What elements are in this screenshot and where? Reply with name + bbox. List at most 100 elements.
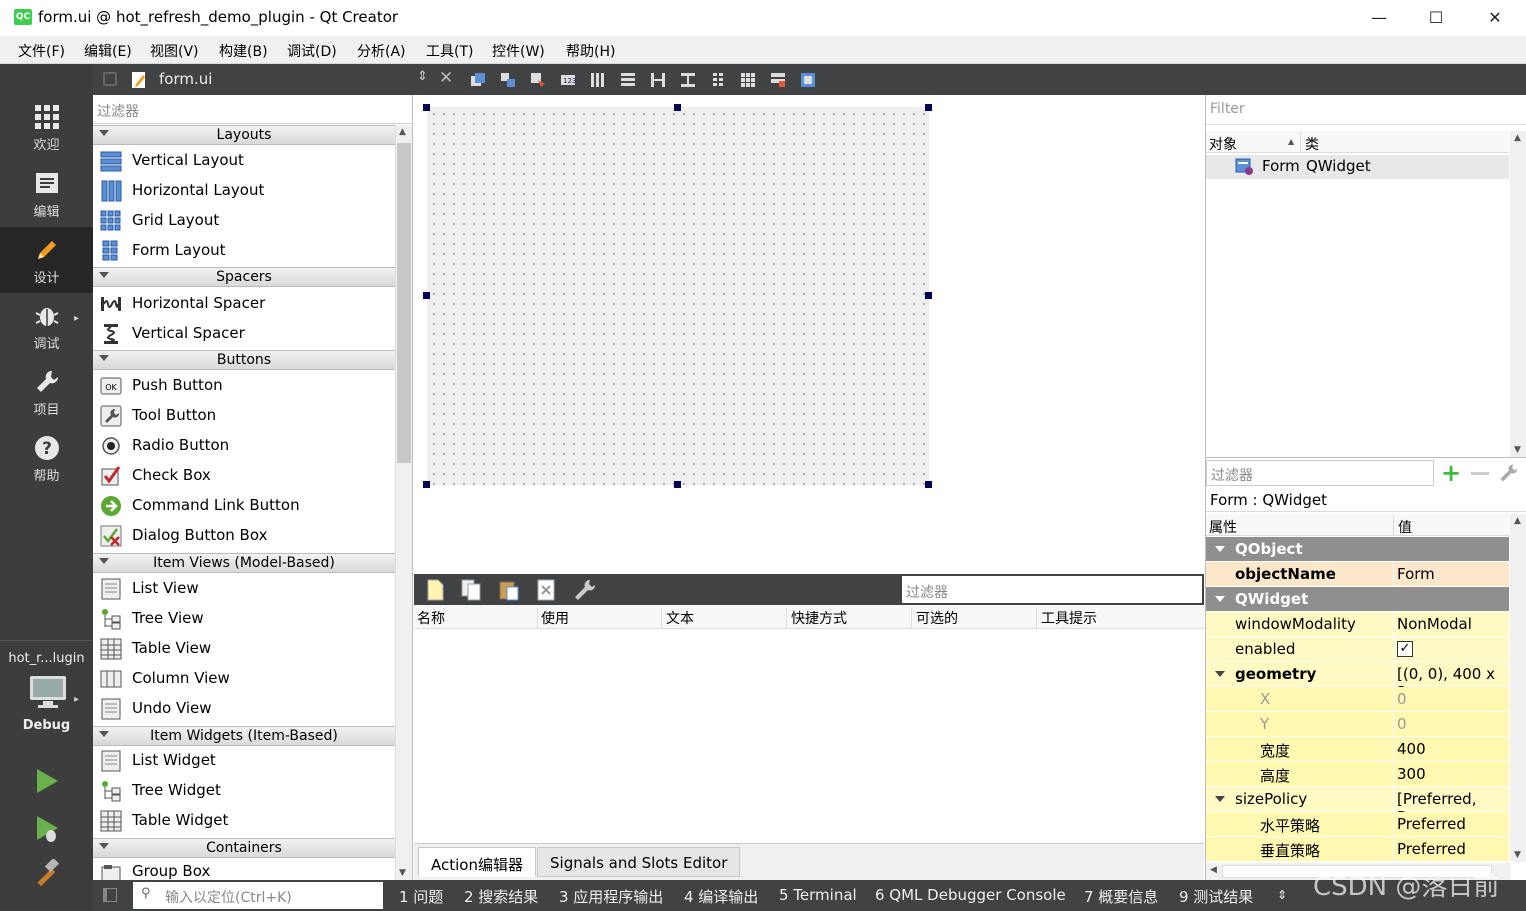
widget-check-box[interactable]: Check Box [93, 461, 395, 491]
delete-action-icon[interactable] [536, 579, 556, 601]
splitter-horizontal-icon[interactable] [650, 72, 666, 88]
widget-undo-view[interactable]: Undo View [93, 694, 395, 724]
widget-tree-widget[interactable]: Tree Widget [93, 776, 395, 806]
form-editor-canvas[interactable] [414, 95, 1204, 573]
widget-command-link-button[interactable]: Command Link Button [93, 491, 395, 521]
pane-compile-output[interactable]: 4 编译输出 [684, 886, 758, 907]
enabled-checkbox[interactable]: ✓ [1397, 641, 1413, 657]
form-widget[interactable] [427, 107, 929, 485]
target-project[interactable]: hot_r...lugin [0, 651, 93, 666]
mode-help[interactable]: ? 帮助 [0, 425, 93, 491]
column-header[interactable]: 工具提示 [1041, 608, 1201, 628]
menu-tools[interactable]: 工具(T) [426, 41, 473, 61]
pane-qml-console[interactable]: 6 QML Debugger Console [875, 886, 1066, 904]
action-filter-input[interactable]: 过滤器 [902, 576, 1202, 603]
property-row[interactable]: 垂直策略 Preferred [1206, 837, 1509, 862]
resize-handle[interactable] [423, 292, 430, 299]
category-containers[interactable]: Containers [93, 838, 395, 858]
property-editor-scrollbar[interactable]: ▲ ▼ [1510, 514, 1526, 862]
widget-form-layout[interactable]: Form Layout [93, 236, 395, 266]
widget-grid-layout[interactable]: Grid Layout [93, 206, 395, 236]
property-row[interactable]: windowModality NonModal [1206, 612, 1509, 637]
file-switch-icon[interactable]: ⇕ [417, 69, 428, 84]
signal-edit-icon[interactable] [500, 72, 516, 88]
resize-handle[interactable] [925, 292, 932, 299]
tab-order-icon[interactable]: 123 [560, 72, 576, 88]
property-row[interactable]: X0 [1206, 687, 1509, 712]
widget-horizontal-layout[interactable]: Horizontal Layout [93, 176, 395, 206]
pane-test-results[interactable]: 9 测试结果 [1179, 886, 1253, 907]
column-header[interactable]: 快捷方式 [791, 608, 912, 628]
resize-handle[interactable] [674, 481, 681, 488]
menu-widgets[interactable]: 控件(W) [492, 41, 545, 61]
pane-issues[interactable]: 1 问题 [399, 886, 443, 907]
column-header[interactable]: 使用 [541, 608, 662, 628]
paste-action-icon[interactable] [498, 579, 520, 601]
property-row[interactable]: geometry[(0, 0), 400 x 3... [1206, 662, 1509, 701]
widget-group-box[interactable]: Group Box [93, 859, 395, 880]
minimize-button[interactable]: — [1354, 4, 1404, 32]
menu-view[interactable]: 视图(V) [150, 41, 199, 61]
category-layouts[interactable]: Layouts [93, 125, 395, 145]
widget-horizontal-spacer[interactable]: Horizontal Spacer [93, 289, 395, 319]
property-row[interactable]: 水平策略 Preferred [1206, 812, 1509, 837]
build-hammer-icon[interactable] [32, 859, 62, 889]
widget-radio-button[interactable]: Radio Button [93, 431, 395, 461]
category-buttons[interactable]: Buttons [93, 350, 395, 370]
adjust-size-icon[interactable] [800, 72, 816, 88]
configure-icon[interactable] [572, 578, 596, 602]
maximize-button[interactable]: ☐ [1411, 4, 1461, 32]
action-table-body[interactable] [414, 630, 1204, 843]
mode-projects[interactable]: 项目 [0, 359, 93, 425]
property-row[interactable]: objectName Form [1206, 562, 1509, 587]
mode-design[interactable]: 设计 [0, 227, 93, 293]
resize-handle[interactable] [423, 481, 430, 488]
splitter-vertical-icon[interactable] [680, 72, 696, 88]
add-dynamic-property-icon[interactable]: + [1441, 460, 1461, 486]
column-header[interactable]: 文本 [666, 608, 787, 628]
pane-general-messages[interactable]: 7 概要信息 [1084, 886, 1158, 907]
widget-filter-input[interactable]: 过滤器 [93, 95, 413, 124]
category-item-widgets[interactable]: Item Widgets (Item-Based) [93, 726, 395, 746]
widget-table-view[interactable]: Table View [93, 634, 395, 664]
mode-debug[interactable]: 调试 ▸ [0, 293, 93, 359]
layout-vertical-icon[interactable] [620, 72, 636, 88]
column-header[interactable]: 属性 [1209, 517, 1237, 537]
column-header[interactable]: 对象 [1209, 134, 1237, 154]
close-document-icon[interactable]: ✕ [439, 68, 453, 88]
object-filter-input[interactable]: Filter [1206, 95, 1526, 125]
buddy-edit-icon[interactable] [530, 72, 546, 88]
column-header[interactable]: 值 [1398, 517, 1412, 537]
widget-vertical-spacer[interactable]: Vertical Spacer [93, 319, 395, 349]
resize-handle[interactable] [674, 104, 681, 111]
widget-box-scrollbar[interactable]: ▲ ▼ [395, 125, 412, 880]
object-tree-row[interactable]: Form QWidget [1206, 155, 1509, 179]
property-row[interactable]: enabled ✓ [1206, 637, 1509, 662]
widget-list-view[interactable]: List View [93, 574, 395, 604]
monitor-icon[interactable] [28, 674, 68, 710]
break-layout-icon[interactable] [770, 72, 786, 88]
locator-input[interactable]: ⚲ 输入以定位(Ctrl+K) [133, 882, 383, 909]
widget-tree-view[interactable]: Tree View [93, 604, 395, 634]
widget-list-widget[interactable]: List Widget [93, 746, 395, 776]
resize-handle[interactable] [423, 104, 430, 111]
widget-tool-button[interactable]: Tool Button [93, 401, 395, 431]
column-header[interactable]: 可选的 [916, 608, 1037, 628]
resize-handle[interactable] [925, 481, 932, 488]
category-item-views[interactable]: Item Views (Model-Based) [93, 553, 395, 573]
widget-push-button[interactable]: OK Push Button [93, 371, 395, 401]
scrollbar-thumb[interactable] [397, 143, 411, 463]
close-button[interactable]: ✕ [1470, 4, 1520, 32]
pane-app-output[interactable]: 3 应用程序输出 [559, 886, 663, 907]
pane-search-results[interactable]: 2 搜索结果 [464, 886, 538, 907]
menu-debug[interactable]: 调试(D) [287, 41, 337, 61]
menu-analyze[interactable]: 分析(A) [357, 41, 406, 61]
resize-handle[interactable] [925, 104, 932, 111]
column-header[interactable]: 名称 [417, 608, 538, 628]
tab-signals-slots[interactable]: Signals and Slots Editor [537, 847, 741, 877]
column-header[interactable]: 类 [1305, 134, 1319, 154]
widget-dialog-button-box[interactable]: Dialog Button Box [93, 521, 395, 551]
menu-file[interactable]: 文件(F) [18, 41, 65, 61]
layout-horizontal-icon[interactable] [590, 72, 606, 88]
run-icon[interactable] [34, 767, 60, 795]
